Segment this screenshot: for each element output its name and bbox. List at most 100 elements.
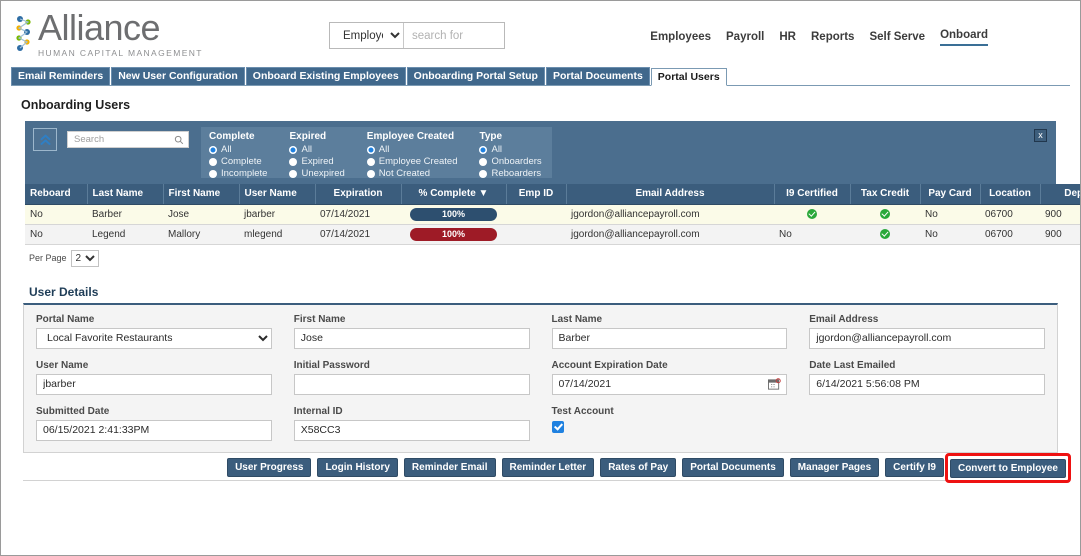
per-page-label: Per Page xyxy=(29,253,67,263)
search-scope-select[interactable]: Employees xyxy=(330,23,404,48)
tab-email-reminders[interactable]: Email Reminders xyxy=(11,67,111,85)
col-emp-id[interactable]: Emp ID xyxy=(506,184,567,205)
certify-i9-button[interactable]: Certify I9 xyxy=(885,458,944,477)
col-reboard[interactable]: Reboard xyxy=(25,184,88,205)
filter-complete-all[interactable]: All xyxy=(209,144,267,156)
date-input-wrap xyxy=(551,373,788,395)
filter-created-not-created[interactable]: Not Created xyxy=(366,168,458,180)
filter-expired-expired[interactable]: Expired xyxy=(289,156,344,168)
cell-first-name: Mallory xyxy=(163,224,239,245)
filter-type-all[interactable]: All xyxy=(479,144,541,156)
test-account-checkbox[interactable] xyxy=(551,420,564,433)
filter-group-title: Expired xyxy=(289,131,327,142)
collapse-filters-button[interactable] xyxy=(33,128,57,151)
user-name-input[interactable] xyxy=(36,373,272,395)
footer-divider xyxy=(23,479,1058,481)
filter-type-reboarders[interactable]: Reboarders xyxy=(479,168,541,180)
col-pay-card[interactable]: Pay Card xyxy=(920,184,981,205)
email-address-input[interactable] xyxy=(809,327,1045,349)
radio-dot xyxy=(289,170,298,178)
progress-pill: 100% xyxy=(409,227,498,241)
radio-dot xyxy=(209,170,217,178)
cell-expiration: 07/14/2021 xyxy=(315,204,401,225)
nav-item-employees[interactable]: Employees xyxy=(650,31,711,46)
manager-pages-button[interactable]: Manager Pages xyxy=(789,458,880,477)
col-last-name[interactable]: Last Name xyxy=(87,184,164,205)
progress-pill: 100% xyxy=(409,207,498,221)
portal-documents-button[interactable]: Portal Documents xyxy=(682,458,784,477)
filter-search-input[interactable] xyxy=(72,133,174,146)
tab-portal-documents[interactable]: Portal Documents xyxy=(545,67,650,85)
field-empty-slot xyxy=(805,403,1049,446)
cell-last-name: Legend xyxy=(87,224,163,245)
filter-group-title: Complete xyxy=(209,131,255,142)
nav-item-payroll[interactable]: Payroll xyxy=(726,31,764,46)
filter-created-employee-created[interactable]: Employee Created xyxy=(366,156,457,168)
convert-to-employee-button[interactable]: Convert to Employee xyxy=(949,458,1066,478)
reminder-letter-button[interactable]: Reminder Letter xyxy=(501,458,595,477)
tab-portal-users[interactable]: Portal Users xyxy=(650,68,727,86)
cell-first-name: Jose xyxy=(163,204,239,225)
filter-complete-incomplete[interactable]: Incomplete xyxy=(209,168,267,180)
col-email-address[interactable]: Email Address xyxy=(566,184,775,205)
col-i9-certified[interactable]: I9 Certified xyxy=(774,184,851,205)
field-initial-password: Initial Password xyxy=(290,357,534,400)
check-circle-icon xyxy=(880,228,890,239)
internal-id-input[interactable] xyxy=(293,419,530,441)
field-submitted-date: Submitted Date xyxy=(32,403,276,446)
nav-item-reports[interactable]: Reports xyxy=(811,31,854,46)
date-last-emailed-input[interactable] xyxy=(809,373,1045,395)
table-row[interactable]: No Barber Jose jbarber 07/14/2021 100% j… xyxy=(25,204,1080,225)
cell-location: 06700 xyxy=(980,204,1040,225)
field-label: Initial Password xyxy=(293,359,370,371)
tab-onboarding-portal-setup[interactable]: Onboarding Portal Setup xyxy=(406,67,545,85)
user-details-panel: Portal Name Local Favorite Restaurants F… xyxy=(23,302,1058,453)
radio-dot xyxy=(366,146,375,154)
reminder-email-button[interactable]: Reminder Email xyxy=(403,458,496,477)
col-expiration[interactable]: Expiration xyxy=(315,184,402,205)
login-history-button[interactable]: Login History xyxy=(317,458,398,477)
rates-of-pay-button[interactable]: Rates of Pay xyxy=(600,458,677,477)
col-first-name[interactable]: First Name xyxy=(163,184,240,205)
cell-percent-complete: 100% xyxy=(401,204,506,225)
filter-expired-all[interactable]: All xyxy=(289,144,344,156)
radio-dot xyxy=(289,158,298,166)
submitted-date-input[interactable] xyxy=(36,419,272,441)
tab-onboard-existing-employees[interactable]: Onboard Existing Employees xyxy=(245,67,406,85)
alliance-logo-mark-icon xyxy=(15,13,35,55)
per-page-select[interactable]: 2 xyxy=(70,249,99,267)
nav-item-self-serve[interactable]: Self Serve xyxy=(869,31,925,46)
portal-name-select[interactable]: Local Favorite Restaurants xyxy=(36,327,272,349)
initial-password-input[interactable] xyxy=(293,373,530,395)
nav-item-hr[interactable]: HR xyxy=(779,31,796,46)
last-name-input[interactable] xyxy=(551,327,788,349)
filter-expired-unexpired[interactable]: Unexpired xyxy=(289,168,345,180)
tab-new-user-configuration[interactable]: New User Configuration xyxy=(111,67,245,85)
filter-complete-complete[interactable]: Complete xyxy=(209,156,267,168)
account-expiration-date-input[interactable] xyxy=(551,373,788,395)
brand-logo[interactable]: Alliance HUMAN CAPITAL MANAGEMENT xyxy=(15,9,203,58)
filter-created-all[interactable]: All xyxy=(366,144,458,156)
col-location[interactable]: Location xyxy=(980,184,1041,205)
convert-to-employee-highlight: Convert to Employee xyxy=(944,452,1072,483)
cell-percent-complete: 100% xyxy=(401,224,506,245)
cell-tax-credit xyxy=(850,204,920,225)
table-row[interactable]: No Legend Mallory mlegend 07/14/2021 100… xyxy=(25,224,1080,245)
filter-type-onboarders[interactable]: Onboarders xyxy=(479,156,542,168)
col-percent-complete[interactable]: % Complete ▼ xyxy=(401,184,507,205)
nav-item-onboard[interactable]: Onboard xyxy=(940,29,988,46)
search-input[interactable] xyxy=(404,23,504,48)
col-department[interactable]: Depa xyxy=(1040,184,1080,205)
col-tax-credit[interactable]: Tax Credit xyxy=(850,184,921,205)
filter-search-box xyxy=(67,131,189,148)
check-circle-icon xyxy=(807,208,817,219)
close-filters-icon[interactable]: x xyxy=(1034,129,1047,142)
filter-panel: Complete All Complete Incomplete Expired… xyxy=(25,121,1056,184)
field-label: Date Last Emailed xyxy=(809,359,896,371)
user-progress-button[interactable]: User Progress xyxy=(227,458,312,477)
field-test-account: Test Account xyxy=(548,403,792,446)
first-name-input[interactable] xyxy=(293,327,530,349)
filter-group-type: Type All Onboarders Reboarders xyxy=(479,131,542,179)
cell-expiration: 07/14/2021 xyxy=(315,224,401,245)
col-user-name[interactable]: User Name xyxy=(239,184,316,205)
